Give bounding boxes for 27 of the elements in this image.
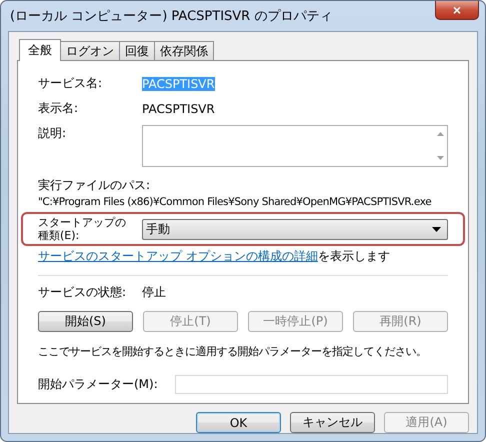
caret-icon	[432, 226, 441, 232]
field-label: サービスの状態:	[38, 284, 128, 301]
field-label: 表示名:	[38, 100, 80, 117]
tab[interactable]: 回復	[119, 41, 155, 60]
field-label: 実行ファイルのパス:	[38, 177, 152, 194]
field-label: 説明:	[38, 125, 68, 142]
field-label: 開始パラメーター(M):	[38, 376, 159, 393]
dialog-button[interactable]: OK	[196, 412, 281, 433]
description-field[interactable]	[142, 125, 448, 167]
help-text: サービスのスタートアップ オプションの構成の詳細を表示します	[38, 248, 391, 265]
window-title: (ローカル コンピューター) PACSPTISVR のプロパティ	[9, 8, 334, 25]
field-label: サービス名:	[38, 75, 104, 92]
dialog-button[interactable]: キャンセル	[290, 412, 375, 433]
executable-path: "C:¥Program Files (x86)¥Common Files¥Sony Shared¥OpenMG¥PACSPTISVR.exe	[38, 196, 432, 208]
tab[interactable]: 依存関係	[154, 41, 214, 60]
tab[interactable]: 全般	[19, 39, 61, 61]
help-link[interactable]: サービスのスタートアップ オプションの構成の詳細	[38, 249, 318, 263]
field-label: スタートアップの種類(E):	[38, 216, 127, 242]
service-name-value: PACSPTISVR	[142, 76, 215, 90]
startup-type-dropdown[interactable]: 手動	[142, 218, 448, 240]
start-parameters-field[interactable]	[175, 375, 448, 394]
tab[interactable]: ログオン	[60, 41, 120, 60]
parameters-hint: ここでサービスを開始するときに適用する開始パラメーターを指定してください。	[38, 344, 426, 359]
service-status-value: 停止	[142, 284, 166, 301]
dialog-button[interactable]: 開始(S)	[38, 311, 133, 332]
display-name-value: PACSPTISVR	[142, 102, 215, 116]
close-button[interactable]: ×	[435, 1, 479, 20]
